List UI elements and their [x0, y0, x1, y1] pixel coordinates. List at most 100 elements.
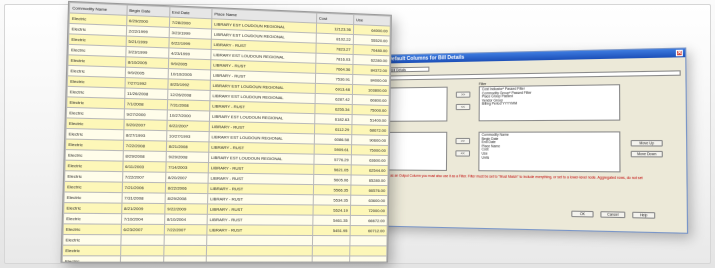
table-cell: Electric [63, 191, 122, 204]
table-cell: 8/20/2007 [165, 172, 209, 184]
table-cell [205, 255, 313, 263]
table-cell: 7/22/2007 [163, 224, 207, 236]
table-cell: 11/26/2008 [124, 87, 168, 100]
table-cell: 7/27/1992 [124, 77, 168, 90]
table-row[interactable]: Electric [62, 245, 387, 256]
table-cell [349, 255, 387, 263]
table-cell: 8/21/2008 [166, 141, 209, 153]
selected-filter-item[interactable]: Billing Period YYYYMM [482, 102, 617, 107]
table-cell [349, 235, 388, 246]
table-cell: 66576.00 [350, 185, 388, 196]
table-cell [120, 234, 164, 246]
table-cell: LIBRARY - RUST [206, 214, 313, 226]
table-cell: Electric [66, 107, 124, 120]
table-cell: 63600.00 [351, 154, 389, 166]
table-cell: 10/27/2000 [166, 109, 210, 122]
table-cell: Electric [64, 181, 123, 193]
table-cell: Electric [65, 128, 124, 141]
table-cell: Electric [66, 86, 125, 99]
table-cell: Electric [66, 117, 124, 130]
table-cell: 5534.35 [312, 194, 351, 206]
bill-details-table-sheet: Commodity Name Begin Date End Date Place Na… [60, 0, 392, 263]
table-cell: 5461.35 [312, 215, 351, 226]
table-cell: 65280.00 [350, 174, 388, 186]
display-value: Bill Details [391, 68, 406, 73]
table-cell: 7/22/2008 [122, 140, 167, 152]
table-cell [311, 255, 350, 263]
table-cell: 5524.19 [312, 204, 351, 216]
remove-filter-button[interactable]: << [455, 103, 471, 111]
table-cell: Electric [62, 255, 121, 263]
ok-button[interactable]: OK [571, 210, 594, 218]
selected-filter-list[interactable]: Cost Indicator* Passed Filter Commodity G… [478, 84, 621, 122]
table-cell: 5/21/1999 [125, 36, 169, 48]
table-cell [163, 245, 207, 256]
table-cell: LIBRARY - RUST [206, 224, 313, 236]
table-cell: Electric [66, 96, 125, 109]
table-cell: 8/10/2005 [125, 56, 169, 69]
table-cell: LIBRARY - RUST [207, 203, 313, 216]
table-cell [349, 245, 387, 256]
move-up-button[interactable]: Move Up [630, 140, 663, 147]
table-cell: 10/27/1993 [166, 130, 210, 142]
table-row[interactable]: Electric [62, 255, 387, 263]
table-cell: 60712.00 [349, 225, 388, 236]
display-input[interactable]: Bill Details [389, 66, 430, 73]
table-cell: 8/27/1993 [123, 129, 167, 142]
table-cell: 7/21/2006 [121, 182, 166, 194]
add-filter-button[interactable]: >> [455, 91, 471, 98]
table-cell: 5621.05 [313, 164, 352, 175]
move-down-button[interactable]: Move Down [630, 150, 663, 158]
table-cell: 5451.95 [312, 225, 351, 236]
table-cell: 7/22/2007 [122, 171, 166, 183]
table-cell [312, 235, 350, 246]
table-cell: 6086.58 [314, 133, 352, 145]
table-cell: 8/29/2008 [164, 193, 208, 204]
table-cell [206, 235, 313, 246]
table-cell: 8/10/2004 [164, 213, 208, 225]
table-cell: 5566.35 [313, 184, 351, 196]
table-cell [206, 245, 313, 256]
table-cell: 5/20/2007 [123, 119, 167, 131]
table-cell: 9/22/2009 [164, 203, 208, 215]
table-cell [120, 245, 164, 256]
table-cell: 5776.29 [313, 154, 352, 165]
table-cell: 72000.00 [350, 205, 388, 216]
remove-column-button[interactable]: << [455, 150, 471, 157]
table-cell: Electric [62, 223, 121, 235]
table-row[interactable]: Electric [62, 234, 388, 246]
table-cell: 8/25/1992 [167, 78, 211, 91]
table-cell: 63600.00 [350, 195, 388, 206]
table-cell: 7/31/2008 [167, 99, 210, 111]
table-cell [163, 255, 207, 263]
table-cell: 9/9/2005 [168, 58, 211, 70]
table-cell: 6/22/1999 [168, 37, 212, 50]
table-cell: 7/14/2003 [165, 161, 209, 173]
table-cell: 6/11/2003 [122, 161, 166, 173]
table-cell: 12/26/2008 [167, 89, 210, 101]
table-cell: Electric [63, 213, 122, 225]
table-cell: 4/23/1999 [168, 47, 211, 60]
help-button[interactable]: Help [632, 211, 656, 219]
table-cell: Electric [65, 139, 124, 151]
close-icon[interactable]: ✕ [675, 49, 683, 57]
table-cell: 9/27/2000 [123, 108, 168, 121]
cancel-button[interactable]: Cancel [600, 211, 626, 219]
table-cell: Electric [62, 234, 121, 246]
table-cell: 5605.06 [313, 174, 351, 186]
table-cell: 8/21/2009 [121, 203, 165, 214]
table-cell: 66672.00 [350, 215, 388, 226]
add-column-button[interactable]: >> [455, 137, 471, 145]
table-cell: 7/1/2008 [123, 98, 168, 110]
table-cell: 6/23/2007 [120, 224, 165, 235]
table-cell: Electric [63, 202, 122, 214]
table-cell [163, 234, 207, 246]
table-cell [312, 245, 350, 256]
output-columns-list[interactable]: Commodity Name Begin Date End Date Place Na… [478, 131, 621, 173]
table-cell: Electric [64, 160, 123, 172]
table-cell: 9/29/2008 [165, 151, 209, 163]
table-cell: 9/9/2005 [124, 67, 169, 79]
table-cell: LIBRARY - RUST [207, 183, 314, 195]
table-cell [119, 255, 164, 263]
output-column-item[interactable]: Units [482, 155, 618, 160]
